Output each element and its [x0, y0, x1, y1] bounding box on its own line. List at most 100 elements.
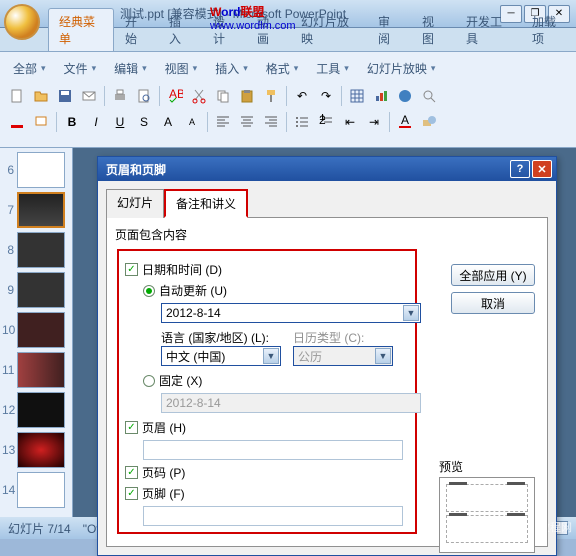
thumb-num: 6	[2, 163, 14, 177]
spell-icon[interactable]: ABC	[164, 85, 186, 107]
save-icon[interactable]	[54, 85, 76, 107]
numbering-icon[interactable]: 12	[315, 111, 337, 133]
dropdown-value: 2012-8-14	[166, 306, 221, 320]
date-dropdown[interactable]: 2012-8-14 ▼	[161, 303, 421, 323]
underline-icon[interactable]: U	[109, 111, 131, 133]
apply-all-button[interactable]: 全部应用 (Y)	[451, 264, 535, 286]
thumb-num: 7	[2, 203, 14, 217]
slide-thumb[interactable]	[17, 272, 65, 308]
tab-slide[interactable]: 幻灯片	[106, 189, 164, 218]
date-time-label: 日期和时间 (D)	[142, 261, 222, 278]
tab-addins[interactable]: 加载项	[521, 8, 576, 51]
menu-insert[interactable]: 插入	[208, 56, 255, 81]
fixed-radio[interactable]	[143, 375, 155, 387]
indent-dec-icon[interactable]: ⇤	[339, 111, 361, 133]
italic-icon[interactable]: I	[85, 111, 107, 133]
thumb-num: 10	[2, 323, 14, 337]
preview-icon[interactable]	[133, 85, 155, 107]
pagenum-checkbox[interactable]: ✓	[125, 466, 138, 479]
header-checkbox[interactable]: ✓	[125, 421, 138, 434]
redo-icon[interactable]: ↷	[315, 85, 337, 107]
slide-thumb[interactable]	[17, 352, 65, 388]
open-icon[interactable]	[30, 85, 52, 107]
dialog-close-button[interactable]: ✕	[532, 160, 552, 178]
office-button[interactable]	[4, 4, 40, 40]
chevron-down-icon[interactable]: ▼	[403, 305, 419, 321]
text-color-icon[interactable]: A	[394, 111, 416, 133]
cut-icon[interactable]	[188, 85, 210, 107]
footer-input[interactable]	[143, 506, 403, 526]
header-footer-dialog: 页眉和页脚 ? ✕ 幻灯片 备注和讲义 页面包含内容 ✓ 日期和时间 (D)	[97, 156, 557, 556]
format-painter-icon[interactable]	[260, 85, 282, 107]
window-title: 测试.ppt [兼容模式] - Microsoft PowerPoint Wor…	[120, 5, 346, 22]
chevron-down-icon[interactable]: ▼	[263, 348, 279, 364]
cancel-button[interactable]: 取消	[451, 292, 535, 314]
slide-thumb-selected[interactable]	[17, 192, 65, 228]
cal-label: 日历类型 (C):	[293, 329, 393, 346]
slide-thumb[interactable]	[17, 232, 65, 268]
svg-text:ABC: ABC	[169, 88, 183, 101]
font-color-icon[interactable]	[6, 111, 28, 133]
print-icon[interactable]	[109, 85, 131, 107]
svg-text:2: 2	[319, 114, 326, 127]
cal-dropdown: 公历 ▼	[293, 346, 393, 366]
new-icon[interactable]	[6, 85, 28, 107]
auto-update-label: 自动更新 (U)	[159, 282, 227, 299]
indent-inc-icon[interactable]: ⇥	[363, 111, 385, 133]
align-center-icon[interactable]	[236, 111, 258, 133]
slide-thumb[interactable]	[17, 312, 65, 348]
footer-checkbox[interactable]: ✓	[125, 487, 138, 500]
bullets-icon[interactable]	[291, 111, 313, 133]
dialog-title: 页眉和页脚	[106, 161, 166, 178]
thumb-num: 8	[2, 243, 14, 257]
lang-dropdown[interactable]: 中文 (中国) ▼	[161, 346, 281, 366]
shapes-icon[interactable]	[418, 111, 440, 133]
bold-icon[interactable]: B	[61, 111, 83, 133]
svg-text:A: A	[401, 114, 409, 127]
slide-thumb[interactable]	[17, 152, 65, 188]
chevron-down-icon: ▼	[375, 348, 391, 364]
footer-label: 页脚 (F)	[142, 485, 185, 502]
mail-icon[interactable]	[78, 85, 100, 107]
menu-format[interactable]: 格式	[259, 56, 306, 81]
align-left-icon[interactable]	[212, 111, 234, 133]
tab-notes-handouts[interactable]: 备注和讲义	[164, 189, 248, 218]
shadow-icon[interactable]: S	[133, 111, 155, 133]
tab-review[interactable]: 审阅	[367, 8, 411, 51]
menu-file[interactable]: 文件	[57, 56, 104, 81]
slide-thumb[interactable]	[17, 392, 65, 428]
table-icon[interactable]	[346, 85, 368, 107]
link-icon[interactable]	[394, 85, 416, 107]
slide-editor: 页眉和页脚 ? ✕ 幻灯片 备注和讲义 页面包含内容 ✓ 日期和时间 (D)	[73, 148, 576, 517]
paste-icon[interactable]	[236, 85, 258, 107]
tab-developer[interactable]: 开发工具	[455, 8, 521, 51]
menu-view[interactable]: 视图	[158, 56, 205, 81]
font-shrink-icon[interactable]: A	[181, 111, 203, 133]
menu-edit[interactable]: 编辑	[107, 56, 154, 81]
menu-all[interactable]: 全部	[6, 56, 53, 81]
slide-thumb[interactable]	[17, 472, 65, 508]
copy-icon[interactable]	[212, 85, 234, 107]
slide-thumb[interactable]	[17, 432, 65, 468]
undo-icon[interactable]: ↶	[291, 85, 313, 107]
slide-panel[interactable]: 6 7 8 9 10 11 12 13 14	[0, 148, 73, 517]
header-input[interactable]	[143, 440, 403, 460]
tab-classic-menu[interactable]: 经典菜单	[48, 8, 114, 51]
thumb-num: 14	[2, 483, 14, 497]
zoom-icon[interactable]	[418, 85, 440, 107]
thumb-num: 11	[2, 363, 14, 377]
auto-update-radio[interactable]	[143, 285, 155, 297]
new-slide-icon[interactable]	[30, 111, 52, 133]
chart-icon[interactable]	[370, 85, 392, 107]
align-right-icon[interactable]	[260, 111, 282, 133]
date-time-checkbox[interactable]: ✓	[125, 263, 138, 276]
tab-view[interactable]: 视图	[411, 8, 455, 51]
menu-tools[interactable]: 工具	[309, 56, 356, 81]
menu-slideshow[interactable]: 幻灯片放映	[360, 56, 443, 81]
pagenum-label: 页码 (P)	[142, 464, 185, 481]
lang-label: 语言 (国家/地区) (L):	[161, 329, 281, 346]
fixed-date-field: 2012-8-14	[161, 393, 421, 413]
help-button[interactable]: ?	[510, 160, 530, 178]
font-grow-icon[interactable]: A	[157, 111, 179, 133]
dialog-titlebar[interactable]: 页眉和页脚 ? ✕	[98, 157, 556, 181]
